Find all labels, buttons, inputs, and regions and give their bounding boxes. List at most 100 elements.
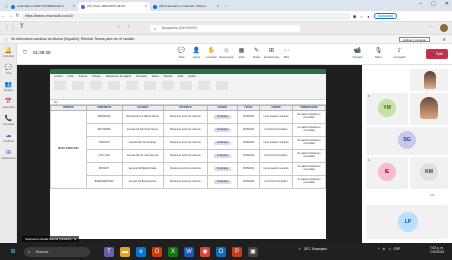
ribbon-tab[interactable]: Ayuda bbox=[188, 75, 195, 78]
language-indicator[interactable]: ESP bbox=[394, 247, 400, 251]
rail-item-onedrive[interactable]: ☁ OneDrive bbox=[0, 129, 17, 146]
note-cell[interactable]: Se realizó actividad en comunidad bbox=[292, 136, 326, 150]
paste-icon[interactable] bbox=[54, 81, 66, 90]
rail-item-actividad[interactable]: 🔔 Actividad bbox=[0, 44, 17, 61]
activity-cell[interactable]: Ruptura de ciclos de violencia bbox=[162, 136, 208, 150]
font-icon[interactable] bbox=[72, 81, 84, 90]
date-cell[interactable]: 14/05/2023 bbox=[237, 110, 260, 124]
user-avatar[interactable] bbox=[440, 24, 448, 32]
note-cell[interactable]: Se realizó actividad en comunidad bbox=[292, 149, 326, 163]
places-cell[interactable]: Escuela CE San Pedro Nuevo bbox=[121, 123, 164, 137]
places-cell[interactable]: Escuela CE Buenaventura bbox=[121, 175, 164, 189]
forward-icon[interactable]: → bbox=[7, 13, 14, 19]
rail-item-equipos[interactable]: 👥 Equipos bbox=[0, 78, 17, 95]
ribbon-tab[interactable]: Dibujar bbox=[93, 75, 101, 78]
tab-close-icon[interactable]: ✕ bbox=[216, 2, 219, 11]
media-share-button[interactable]: ⇪ Compartir bbox=[393, 47, 406, 59]
date-cell[interactable]: 18/05/2023 bbox=[237, 162, 260, 176]
reload-icon[interactable]: ↻ bbox=[14, 13, 21, 19]
status-cell[interactable]: Finalizada bbox=[206, 175, 239, 189]
cell-styles-icon[interactable] bbox=[162, 81, 174, 90]
media-mic-button[interactable]: 🎙 Micro bbox=[372, 47, 385, 59]
activity-cell[interactable]: Ruptura de ciclos de violencia bbox=[162, 149, 208, 163]
browser-tab[interactable]: (37) Chat | REUNIÓN DE AV ✕ bbox=[78, 2, 150, 11]
community-cell[interactable]: BATIDA P. bbox=[85, 162, 123, 176]
participant-tile[interactable]: LP bbox=[366, 205, 448, 239]
tab-close-icon[interactable]: ✕ bbox=[72, 2, 75, 11]
ribbon-tab[interactable]: Fórmulas bbox=[136, 75, 147, 78]
agent-cell[interactable]: Luis Simón Hernández bbox=[259, 175, 293, 189]
meeting-tool-aplicaciones[interactable]: ⊞ Aplicaciones bbox=[264, 47, 280, 59]
status-cell[interactable]: Finalizada bbox=[206, 149, 239, 163]
places-cell[interactable]: Escuela CE Luis Alfredo Garcia bbox=[121, 110, 164, 124]
more-options-icon[interactable]: ⋯ bbox=[429, 24, 434, 30]
ribbon-tab[interactable]: Disposición de página bbox=[106, 75, 131, 78]
apply-restart-button[interactable]: Aplicar y reiniciar bbox=[399, 37, 430, 42]
date-cell[interactable]: 17/05/2023 bbox=[237, 149, 260, 163]
browser-tab[interactable]: Calendario LISETT RODRIGUEZ 1 ✕ bbox=[8, 2, 78, 11]
conditional-format-icon[interactable] bbox=[126, 81, 138, 90]
community-cell[interactable]: BUENAVENTURA bbox=[85, 175, 123, 189]
rail-item-chat[interactable]: 💬 Chat bbox=[0, 61, 17, 78]
powerpoint-icon[interactable]: P bbox=[232, 246, 242, 257]
teams-app-icon[interactable]: T bbox=[104, 246, 114, 257]
community-cell[interactable]: LOS LOAS bbox=[85, 149, 123, 163]
find-icon[interactable] bbox=[216, 81, 228, 90]
meeting-tool-levantar[interactable]: ✋ Levantar bbox=[205, 47, 218, 59]
status-cell[interactable]: Finalizada bbox=[206, 136, 239, 150]
office-icon[interactable]: O bbox=[152, 246, 162, 257]
back-nav-icon[interactable]: ‹ bbox=[118, 24, 120, 30]
note-cell[interactable]: Se realizó actividad en comunidad bbox=[292, 162, 326, 176]
chevron-up-icon[interactable]: ^ bbox=[378, 247, 380, 251]
rail-item-llamadas[interactable]: 📞 Llamadas bbox=[0, 112, 17, 129]
agent-cell[interactable]: Lucía Joaquín Leonardo bbox=[259, 136, 293, 150]
align-icon[interactable] bbox=[90, 81, 102, 90]
places-cell[interactable]: Escuela CE Turruco Abajo bbox=[121, 136, 164, 150]
agent-cell[interactable]: Lucía Joaquín Leonardo bbox=[259, 162, 293, 176]
period-cell[interactable]: MAYO-JUNIO 2023 bbox=[50, 110, 87, 189]
note-cell[interactable]: Se realizó actividad en comunidad bbox=[292, 175, 326, 189]
chrome-icon[interactable]: ◉ bbox=[200, 246, 210, 257]
outlook-icon[interactable]: O bbox=[216, 246, 226, 257]
note-cell[interactable]: Se realizó actividad en comunidad bbox=[292, 110, 326, 124]
store-icon[interactable]: ▣ bbox=[248, 246, 258, 257]
ribbon-tab[interactable]: Vista bbox=[178, 75, 184, 78]
community-cell[interactable]: TURRUCO bbox=[85, 136, 123, 150]
ribbon-tab[interactable]: Insertar bbox=[79, 75, 88, 78]
word-icon[interactable]: W bbox=[184, 246, 194, 257]
meeting-tool-notas[interactable]: ✎ Notas bbox=[250, 47, 263, 59]
table-format-icon[interactable] bbox=[144, 81, 156, 90]
participant-tile[interactable]: SG bbox=[366, 127, 448, 155]
dismiss-notice-icon[interactable]: ✕ bbox=[443, 35, 446, 44]
ribbon-tab[interactable]: Inicio bbox=[68, 75, 74, 78]
date-cell[interactable]: 15/05/2023 bbox=[237, 123, 260, 137]
meeting-tool-chat[interactable]: 💬 Chat bbox=[175, 47, 188, 59]
volume-icon[interactable]: ◁ bbox=[388, 247, 390, 251]
back-icon[interactable]: ← bbox=[0, 13, 7, 19]
new-tab-button[interactable]: + bbox=[222, 2, 230, 11]
participant-tile[interactable]: YM 3 bbox=[366, 93, 408, 125]
community-cell[interactable]: SAN PEDRO bbox=[85, 123, 123, 137]
community-cell[interactable]: ABANDONA bbox=[85, 110, 123, 124]
app-grid-icon[interactable]: ⋮⋮ bbox=[4, 24, 16, 31]
participant-tile[interactable]: IE 1 bbox=[366, 157, 408, 189]
update-button[interactable]: Actualizar bbox=[374, 13, 398, 19]
status-cell[interactable]: Finalizada bbox=[206, 110, 239, 124]
url-field[interactable]: https://teams.microsoft.com/v2/ bbox=[21, 12, 351, 20]
date-cell[interactable]: 16/05/2023 bbox=[237, 136, 260, 150]
number-format-icon[interactable] bbox=[108, 81, 120, 90]
ribbon-tab[interactable]: Archivo bbox=[54, 75, 63, 78]
excel-icon[interactable]: X bbox=[168, 246, 178, 257]
activity-cell[interactable]: Ruptura de ciclos de violencia bbox=[162, 162, 208, 176]
agent-cell[interactable]: Lucía Joaquín Leonardo bbox=[259, 110, 293, 124]
agent-cell[interactable]: Luis Simón Hernández bbox=[259, 123, 293, 137]
clock[interactable]: 7:03 p. m. 7/10/2023 bbox=[430, 246, 444, 254]
leave-button[interactable]: 📞 Salir bbox=[426, 49, 448, 59]
participant-tile[interactable]: KM bbox=[410, 157, 448, 189]
maximize-icon[interactable]: ▢ bbox=[431, 1, 436, 7]
wifi-icon[interactable]: ≋ bbox=[383, 247, 386, 251]
file-explorer-icon[interactable]: ▬ bbox=[120, 246, 130, 257]
browser-tab[interactable]: (30) Calendario | Calendar | Micros ✕ bbox=[150, 2, 222, 11]
date-cell[interactable]: 19/05/2023 bbox=[237, 175, 260, 189]
meeting-tool-reaccionar[interactable]: ☺ Reaccionar bbox=[219, 47, 233, 59]
